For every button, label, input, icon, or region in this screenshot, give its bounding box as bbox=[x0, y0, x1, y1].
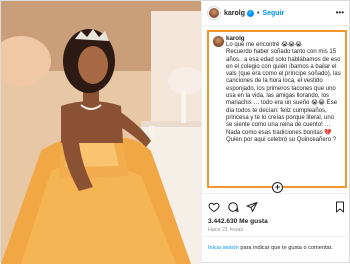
action-bar bbox=[208, 201, 346, 213]
quinceanera-photo-illustration bbox=[1, 1, 201, 264]
caption-avatar[interactable] bbox=[213, 36, 224, 47]
caption-text: Lo que me encontré 😭😭😭 Recuerdo haber so… bbox=[226, 42, 341, 143]
login-prompt-text: para indicar que te gusta o comentar. bbox=[238, 245, 333, 251]
post-photo[interactable] bbox=[1, 1, 202, 264]
more-options-icon[interactable]: ••• bbox=[336, 9, 344, 17]
username[interactable]: karolg bbox=[224, 10, 245, 17]
post-time[interactable]: Hace 21 horas bbox=[208, 227, 243, 233]
comment-icon[interactable] bbox=[227, 201, 239, 213]
separator-dot: • bbox=[257, 9, 260, 17]
caption-username[interactable]: karolg bbox=[226, 35, 342, 42]
divider bbox=[202, 193, 350, 194]
post-side-panel: karolg ✓ • Seguir ••• karolg Lo que me e… bbox=[202, 1, 350, 264]
divider bbox=[202, 236, 350, 237]
share-icon[interactable] bbox=[246, 201, 258, 213]
login-link[interactable]: Inicia sesión bbox=[208, 245, 239, 251]
bookmark-icon[interactable] bbox=[334, 201, 346, 213]
caption-highlight: karolg Lo que me encontré 😭😭😭 Recuerdo h… bbox=[207, 30, 347, 188]
verified-badge-icon: ✓ bbox=[247, 9, 255, 17]
like-count[interactable]: 3.442.630 Me gusta bbox=[208, 218, 268, 225]
heart-icon[interactable] bbox=[208, 201, 220, 213]
login-prompt: Inicia sesión para indicar que te gusta … bbox=[208, 245, 338, 252]
add-comment-icon[interactable]: + bbox=[272, 182, 283, 193]
follow-button[interactable]: Seguir bbox=[262, 10, 284, 17]
instagram-post: karolg ✓ • Seguir ••• karolg Lo que me e… bbox=[0, 0, 350, 264]
post-header: karolg ✓ • Seguir ••• bbox=[202, 1, 350, 26]
avatar[interactable] bbox=[208, 7, 220, 19]
